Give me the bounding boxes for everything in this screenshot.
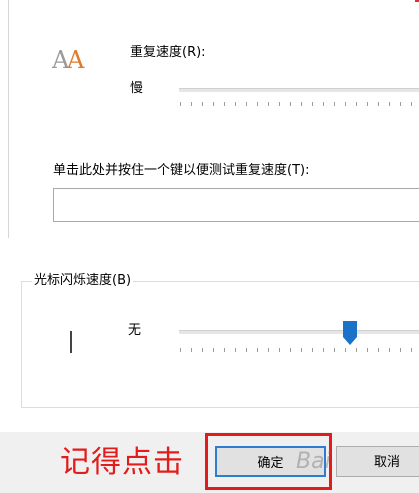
red-mark bbox=[415, 0, 419, 2]
repeat-speed-ticks bbox=[180, 102, 419, 106]
cursor-blink-slider[interactable] bbox=[179, 330, 419, 334]
cursor-blink-ticks bbox=[180, 348, 419, 352]
repeat-slow-label: 慢 bbox=[130, 81, 144, 96]
text-cursor-icon bbox=[70, 331, 72, 353]
cursor-blink-group bbox=[21, 281, 419, 408]
cursor-blink-thumb[interactable] bbox=[343, 321, 357, 345]
panel-divider bbox=[8, 0, 9, 238]
repeat-speed-slider[interactable] bbox=[179, 88, 419, 92]
test-repeat-label: 单击此处并按住一个键以便测试重复速度(T): bbox=[53, 163, 310, 178]
test-repeat-input[interactable] bbox=[53, 188, 419, 222]
cursor-blink-title: 光标闪烁速度(B) bbox=[32, 273, 134, 289]
cancel-button[interactable]: 取消 bbox=[336, 446, 419, 477]
keyboard-properties-panel: AA 重复速度(R): 慢 单击此处并按住一个键以便测试重复速度(T): 光标闪… bbox=[0, 0, 419, 432]
repeat-speed-label: 重复速度(R): bbox=[130, 45, 206, 60]
repeat-delay-aa-icon: AA bbox=[52, 46, 85, 74]
cursor-none-label: 无 bbox=[128, 323, 142, 338]
remember-click-annotation: 记得点击 bbox=[60, 445, 184, 480]
baidu-watermark: Bai bbox=[296, 449, 331, 474]
